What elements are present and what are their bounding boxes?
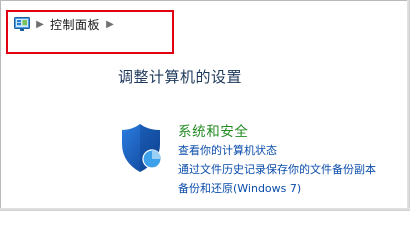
shield-icon[interactable]: [118, 122, 164, 174]
page-title: 调整计算机的设置: [118, 68, 243, 86]
category-title-link[interactable]: 系统和安全: [178, 120, 249, 140]
highlight-annotation-box: [6, 10, 174, 54]
link-backup-and-restore[interactable]: 备份和还原(Windows 7): [178, 180, 301, 196]
link-view-computer-status[interactable]: 查看你的计算机状态: [178, 142, 277, 158]
link-file-history-backup[interactable]: 通过文件历史记录保存你的文件备份副本: [178, 161, 376, 177]
window-bottom-edge: [0, 208, 410, 211]
